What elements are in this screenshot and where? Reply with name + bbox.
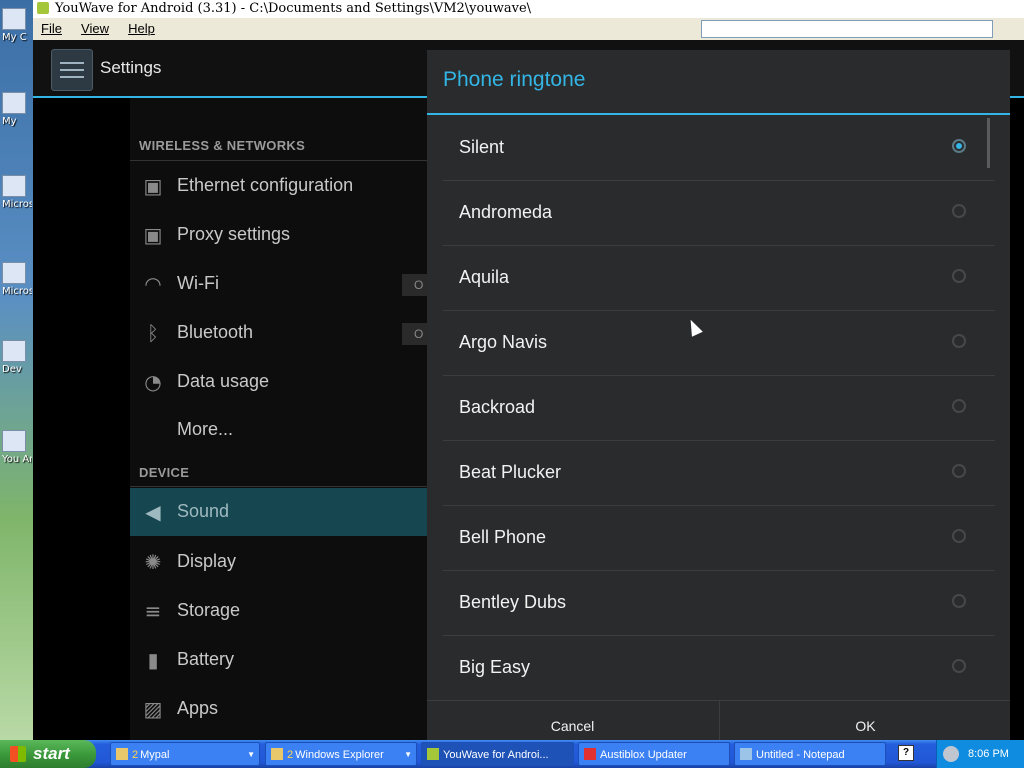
system-tray: 8:06 PM: [936, 740, 1024, 768]
settings-item-display[interactable]: ✺ Display: [130, 538, 430, 586]
android-screen: Settings WIRELESS & NETWORKS ▣ Ethernet …: [33, 40, 1024, 740]
action-bar-title: Settings: [100, 58, 162, 77]
folder-icon: [2, 92, 26, 114]
menu-help[interactable]: Help: [122, 18, 161, 39]
ethernet-icon: ▣: [143, 174, 163, 198]
radio-button[interactable]: [952, 464, 966, 478]
ringtone-option-big-easy[interactable]: Big Easy: [443, 635, 995, 700]
apps-icon: ▨: [143, 697, 163, 721]
mypal-icon: [116, 748, 128, 760]
ringtone-option-bell-phone[interactable]: Bell Phone: [443, 505, 995, 571]
desktop-icon-youwave[interactable]: You An: [2, 430, 32, 465]
android-icon: [2, 430, 26, 452]
ringtone-option-aquila[interactable]: Aquila: [443, 245, 995, 311]
settings-item-bluetooth[interactable]: ᛒ Bluetooth O: [130, 309, 442, 357]
desktop-icon-jsharp[interactable]: Micros J# 20: [2, 262, 32, 297]
proxy-icon: ▣: [143, 223, 163, 247]
folder-icon: [271, 748, 283, 760]
desktop-strip: My C My Micros Stud Micros J# 20 Dev You…: [0, 0, 33, 740]
taskbar-button-windows-explorer[interactable]: 2 Windows Explorer ▼: [265, 742, 417, 766]
taskbar-button-notepad[interactable]: Untitled - Notepad: [734, 742, 886, 766]
dropdown-arrow-icon: ▼: [404, 750, 412, 759]
taskbar-button-youwave[interactable]: YouWave for Androi...: [421, 742, 574, 766]
app-icon: [2, 175, 26, 197]
radio-button[interactable]: [952, 529, 966, 543]
settings-item-wifi[interactable]: ◠ Wi-Fi O: [130, 260, 442, 308]
settings-item-apps[interactable]: ▨ Apps: [130, 685, 430, 733]
section-header-wireless: WIRELESS & NETWORKS: [139, 138, 306, 153]
settings-item-ethernet[interactable]: ▣ Ethernet configuration: [130, 162, 430, 210]
app-icon: [2, 340, 26, 362]
dialog-title: Phone ringtone: [443, 68, 586, 91]
radio-button[interactable]: [952, 594, 966, 608]
settings-item-sound[interactable]: ◀ Sound: [130, 488, 430, 536]
tray-icon[interactable]: [943, 746, 959, 762]
menu-file[interactable]: File: [35, 18, 68, 39]
settings-item-data-usage[interactable]: ◔ Data usage: [130, 358, 430, 406]
ringtone-option-bentley-dubs[interactable]: Bentley Dubs: [443, 570, 995, 636]
storage-icon: ≡: [144, 599, 162, 623]
ringtone-dialog: Phone ringtone Silent Andromeda Aquila A…: [427, 50, 1010, 740]
ringtone-option-beat-plucker[interactable]: Beat Plucker: [443, 440, 995, 506]
menu-view[interactable]: View: [75, 18, 115, 39]
clock[interactable]: 8:06 PM: [968, 740, 1009, 768]
ringtone-option-andromeda[interactable]: Andromeda: [443, 180, 995, 246]
dialog-button-bar: Cancel OK: [427, 700, 1010, 740]
settings-app-icon[interactable]: [51, 49, 93, 91]
ringtone-list[interactable]: Silent Andromeda Aquila Argo Navis Backr…: [443, 115, 995, 700]
taskbar: start 2 Mypal ▼ 2 Windows Explorer ▼ YouWave…: [0, 740, 1024, 768]
desktop-icon-dev[interactable]: Dev: [2, 340, 32, 375]
menu-address-field[interactable]: [701, 20, 993, 38]
android-icon: [427, 748, 439, 760]
settings-item-storage[interactable]: ≡ Storage: [130, 587, 430, 635]
settings-item-more[interactable]: More...: [130, 406, 430, 454]
taskbar-button-mypal[interactable]: 2 Mypal ▼: [110, 742, 260, 766]
sound-icon: ◀: [145, 500, 161, 524]
battery-icon: ▮: [147, 648, 159, 672]
taskbar-button-austiblox[interactable]: Austiblox Updater: [578, 742, 730, 766]
settings-item-battery[interactable]: ▮ Battery: [130, 636, 430, 684]
bluetooth-icon: ᛒ: [147, 321, 159, 345]
display-icon: ✺: [144, 550, 162, 574]
start-button[interactable]: start: [0, 740, 96, 768]
radio-button[interactable]: [952, 659, 966, 673]
ringtone-option-argo-navis[interactable]: Argo Navis: [443, 310, 995, 376]
radio-button[interactable]: [952, 334, 966, 348]
ok-button[interactable]: OK: [719, 701, 1011, 740]
android-icon: [37, 2, 49, 14]
desktop-icon-my-documents[interactable]: My: [2, 92, 32, 127]
divider: [130, 486, 430, 487]
dropdown-arrow-icon: ▼: [247, 750, 255, 759]
radio-button[interactable]: [952, 269, 966, 283]
radio-button[interactable]: [952, 204, 966, 218]
desktop-icon-my-computer[interactable]: My C: [2, 8, 32, 43]
ringtone-option-silent[interactable]: Silent: [443, 115, 995, 181]
austiblox-icon: [584, 748, 596, 760]
windows-logo-icon: [10, 746, 26, 762]
scrollbar-thumb[interactable]: [987, 118, 990, 168]
app-icon: [2, 262, 26, 284]
help-icon[interactable]: ?: [898, 745, 914, 761]
radio-button[interactable]: [952, 399, 966, 413]
section-header-device: DEVICE: [139, 465, 190, 480]
settings-item-proxy[interactable]: ▣ Proxy settings: [130, 211, 430, 259]
menu-bar: File View Help: [33, 18, 1024, 41]
cancel-button[interactable]: Cancel: [427, 701, 718, 740]
notepad-icon: [740, 748, 752, 760]
data-usage-icon: ◔: [144, 370, 162, 394]
window-titlebar[interactable]: YouWave for Android (3.31) - C:\Document…: [33, 0, 1024, 18]
settings-list: WIRELESS & NETWORKS ▣ Ethernet configura…: [130, 98, 442, 740]
desktop-icon-studio[interactable]: Micros Stud: [2, 175, 32, 210]
radio-button-selected[interactable]: [952, 139, 966, 153]
window-title: YouWave for Android (3.31) - C:\Document…: [55, 1, 532, 16]
ringtone-option-backroad[interactable]: Backroad: [443, 375, 995, 441]
divider: [130, 160, 430, 161]
wifi-icon: ◠: [144, 272, 162, 296]
computer-icon: [2, 8, 26, 30]
